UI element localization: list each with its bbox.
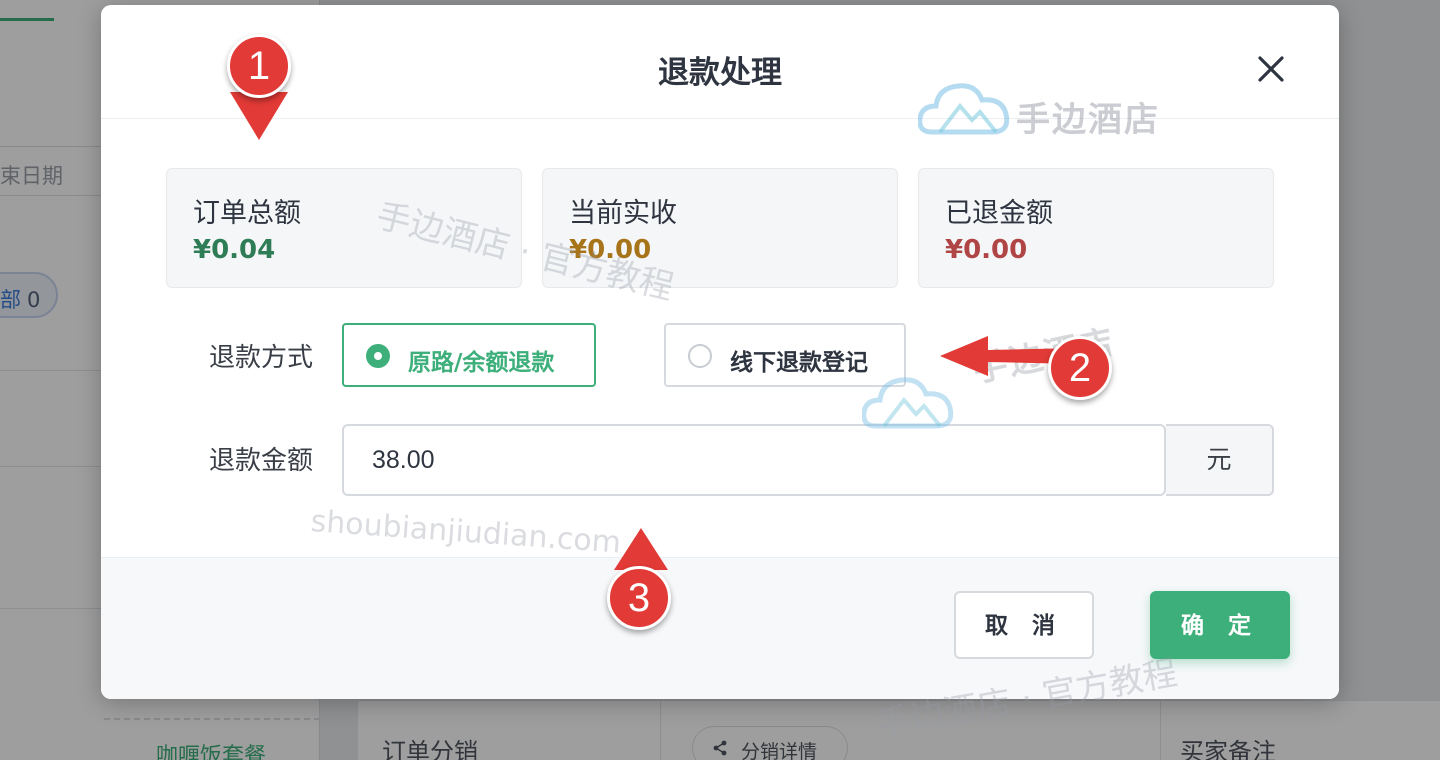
radio-selected-icon [366, 344, 390, 368]
confirm-button[interactable]: 确 定 [1150, 591, 1290, 659]
radio-unselected-icon [688, 344, 712, 368]
radio-label: 原路/余额退款 [408, 350, 555, 376]
refund-method-label: 退款方式 [209, 343, 314, 373]
refund-amount-unit: 元 [1166, 424, 1274, 496]
annotation-marker-3: 3 [607, 566, 671, 630]
stat-card-refunded-amount: 已退金额 ¥0.00 [918, 168, 1274, 288]
watermark-brand: 手边酒店 [1016, 100, 1160, 140]
stat-label: 订单总额 [193, 198, 301, 229]
stat-card-current-received: 当前实收 ¥0.00 [542, 168, 898, 288]
stat-label: 已退金额 [945, 198, 1053, 229]
cancel-button[interactable]: 取 消 [954, 591, 1094, 659]
stat-value: ¥0.00 [945, 235, 1028, 265]
refund-amount-input[interactable] [342, 424, 1166, 496]
close-icon [1258, 56, 1284, 82]
stat-label: 当前实收 [569, 198, 677, 229]
radio-label: 线下退款登记 [730, 350, 868, 376]
close-button[interactable] [1251, 49, 1291, 89]
annotation-marker-2: 2 [1048, 336, 1112, 400]
stat-value: ¥0.04 [193, 235, 276, 265]
stat-value: ¥0.00 [569, 235, 652, 265]
radio-original-route-refund[interactable]: 原路/余额退款 [342, 323, 596, 387]
radio-offline-refund-register[interactable]: 线下退款登记 [664, 323, 906, 387]
annotation-marker-1: 1 [227, 34, 291, 98]
stat-card-order-total: 订单总额 ¥0.04 [166, 168, 522, 288]
refund-amount-label: 退款金额 [209, 446, 314, 476]
